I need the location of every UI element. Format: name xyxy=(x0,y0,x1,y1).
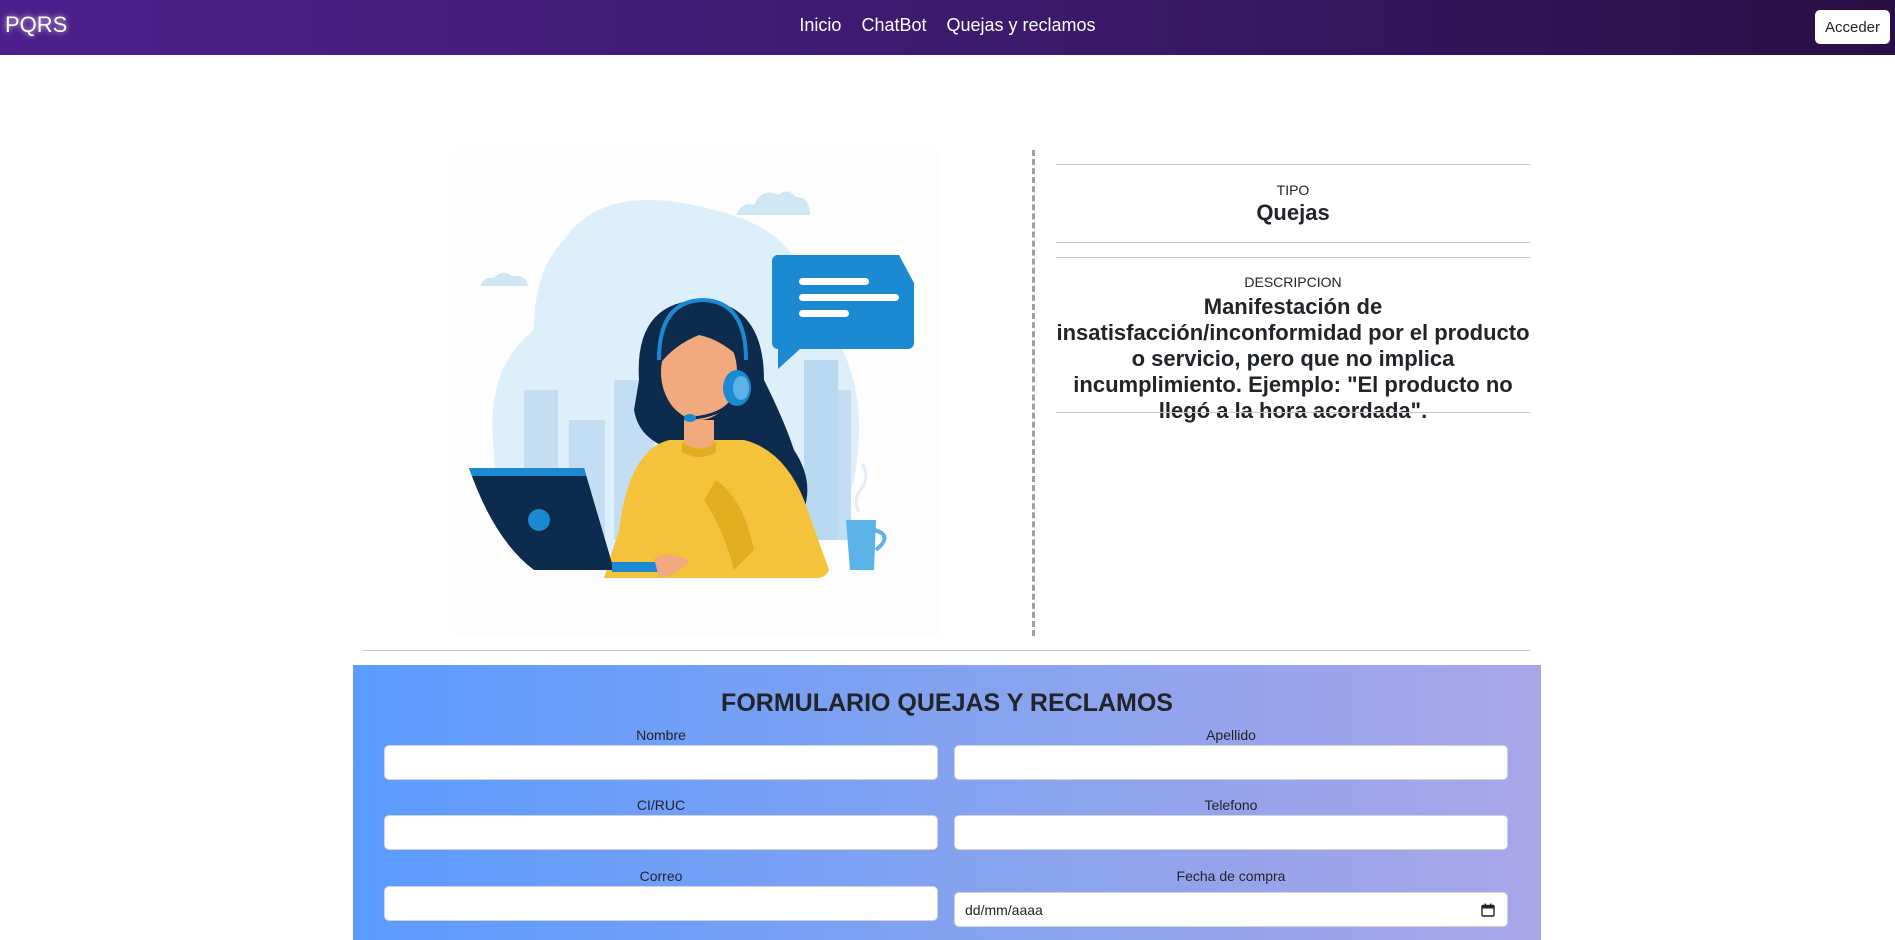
nav-link-chatbot[interactable]: ChatBot xyxy=(861,15,926,36)
fecha-compra-value: dd/mm/aaaa xyxy=(965,901,1043,918)
tipo-value: Quejas xyxy=(1256,200,1330,225)
descripcion-value: Manifestación de insatisfacción/inconfor… xyxy=(1056,294,1530,423)
fecha-compra-label: Fecha de compra xyxy=(1176,868,1286,884)
descripcion-label: DESCRIPCION xyxy=(1244,274,1342,290)
fecha-compra-input[interactable]: dd/mm/aaaa xyxy=(954,892,1508,927)
correo-label: Correo xyxy=(639,868,683,884)
nav-link-inicio[interactable]: Inicio xyxy=(799,15,841,36)
ci-ruc-input[interactable] xyxy=(384,815,938,850)
login-button[interactable]: Acceder xyxy=(1815,10,1890,44)
section-divider xyxy=(363,650,1530,651)
telefono-label: Telefono xyxy=(1204,797,1258,813)
ci-ruc-label: CI/RUC xyxy=(636,797,686,813)
nav-link-quejas[interactable]: Quejas y reclamos xyxy=(947,15,1096,36)
telefono-input[interactable] xyxy=(954,815,1508,850)
correo-input[interactable] xyxy=(384,886,938,921)
divider-line xyxy=(1056,164,1530,165)
divider-line xyxy=(1056,412,1530,413)
apellido-input[interactable] xyxy=(954,745,1508,780)
form-title: FORMULARIO QUEJAS Y RECLAMOS xyxy=(721,689,1173,717)
vertical-divider xyxy=(1032,150,1035,636)
descripcion-block: DESCRIPCION Manifestación de insatisfacc… xyxy=(1056,274,1530,424)
support-agent-illustration xyxy=(454,150,940,636)
nombre-input[interactable] xyxy=(384,745,938,780)
calendar-icon[interactable] xyxy=(1481,903,1495,917)
tipo-block: TIPO Quejas xyxy=(1056,182,1530,226)
apellido-label: Apellido xyxy=(1206,727,1256,743)
nav-links: Inicio ChatBot Quejas y reclamos xyxy=(0,15,1895,36)
complaint-form: FORMULARIO QUEJAS Y RECLAMOS Nombre Apel… xyxy=(353,665,1541,940)
divider-line xyxy=(1056,242,1530,243)
nombre-label: Nombre xyxy=(636,727,686,743)
cloud-icon xyxy=(480,272,528,286)
divider-line xyxy=(1056,257,1530,258)
top-navbar: PQRS Inicio ChatBot Quejas y reclamos Ac… xyxy=(0,0,1895,55)
tipo-label: TIPO xyxy=(1276,182,1310,198)
cloud-icon xyxy=(736,191,810,215)
